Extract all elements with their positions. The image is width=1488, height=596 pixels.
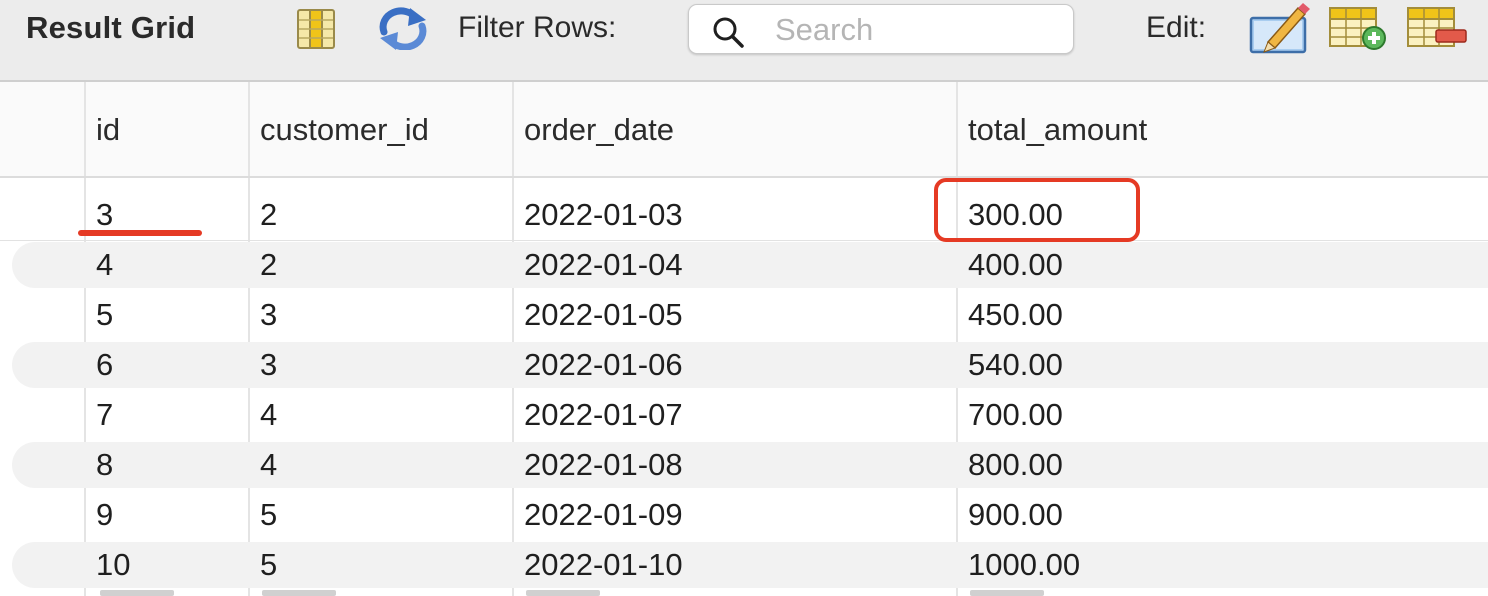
cell-total-amount[interactable]: 400.00 xyxy=(968,245,1063,285)
cell-order-date[interactable]: 2022-01-07 xyxy=(524,395,683,435)
cell-id[interactable]: 4 xyxy=(96,245,113,285)
next-row-peek xyxy=(100,590,174,596)
next-row-peek xyxy=(526,590,600,596)
table-row[interactable]: 9 5 2022-01-09 900.00 xyxy=(0,490,1488,540)
column-divider[interactable] xyxy=(84,82,86,176)
refresh-icon[interactable] xyxy=(376,6,430,50)
search-input[interactable] xyxy=(773,10,1067,50)
cell-customer-id[interactable]: 5 xyxy=(260,545,277,585)
cell-order-date[interactable]: 2022-01-08 xyxy=(524,445,683,485)
cell-total-amount[interactable]: 1000.00 xyxy=(968,545,1080,585)
cell-total-amount[interactable]: 540.00 xyxy=(968,345,1063,385)
result-grid: id customer_id order_date total_amount 3… xyxy=(0,82,1488,596)
edit-label: Edit: xyxy=(1146,11,1207,44)
cell-id[interactable]: 9 xyxy=(96,495,113,535)
cell-customer-id[interactable]: 4 xyxy=(260,445,277,485)
cell-customer-id[interactable]: 2 xyxy=(260,245,277,285)
cell-customer-id[interactable]: 2 xyxy=(260,195,277,235)
cell-customer-id[interactable]: 3 xyxy=(260,295,277,335)
cell-id[interactable]: 5 xyxy=(96,295,113,335)
search-box[interactable] xyxy=(688,4,1074,54)
filter-rows-label: Filter Rows: xyxy=(458,11,617,44)
table-row[interactable]: 4 2 2022-01-04 400.00 xyxy=(0,240,1488,290)
edit-pencil-icon[interactable] xyxy=(1248,2,1310,54)
cell-total-amount[interactable]: 800.00 xyxy=(968,445,1063,485)
result-grid-title: Result Grid xyxy=(26,10,196,45)
cell-id[interactable]: 7 xyxy=(96,395,113,435)
column-header-customer-id[interactable]: customer_id xyxy=(260,110,429,150)
column-divider[interactable] xyxy=(248,82,250,176)
cell-order-date[interactable]: 2022-01-05 xyxy=(524,295,683,335)
column-header-id[interactable]: id xyxy=(96,110,120,150)
annotation-highlight-box xyxy=(934,178,1140,242)
cell-id[interactable]: 8 xyxy=(96,445,113,485)
column-divider[interactable] xyxy=(956,82,958,176)
row-stripe xyxy=(12,342,1488,388)
cell-id[interactable]: 6 xyxy=(96,345,113,385)
add-row-icon[interactable] xyxy=(1326,4,1388,52)
grid-header: id customer_id order_date total_amount xyxy=(0,82,1488,178)
search-icon xyxy=(713,17,744,48)
next-row-peek xyxy=(970,590,1044,596)
cell-customer-id[interactable]: 4 xyxy=(260,395,277,435)
cell-total-amount[interactable]: 700.00 xyxy=(968,395,1063,435)
delete-row-icon[interactable] xyxy=(1404,4,1468,52)
cell-order-date[interactable]: 2022-01-04 xyxy=(524,245,683,285)
cell-order-date[interactable]: 2022-01-03 xyxy=(524,195,683,235)
next-row-peek xyxy=(262,590,336,596)
row-stripe xyxy=(12,242,1488,288)
columns-icon[interactable] xyxy=(294,8,338,50)
table-row[interactable]: 3 2 2022-01-03 300.00 xyxy=(0,190,1488,240)
row-stripe xyxy=(12,542,1488,588)
row-stripe xyxy=(12,442,1488,488)
annotation-underline xyxy=(78,230,202,236)
cell-order-date[interactable]: 2022-01-10 xyxy=(524,545,683,585)
table-row[interactable]: 10 5 2022-01-10 1000.00 xyxy=(0,540,1488,590)
column-divider[interactable] xyxy=(512,82,514,176)
table-row[interactable]: 5 3 2022-01-05 450.00 xyxy=(0,290,1488,340)
cell-customer-id[interactable]: 5 xyxy=(260,495,277,535)
column-header-order-date[interactable]: order_date xyxy=(524,110,674,150)
result-grid-toolbar: Result Grid Filter Rows: Edit: xyxy=(0,0,1488,82)
grid-rows: 3 2 2022-01-03 300.00 4 2 2022-01-04 400… xyxy=(0,178,1488,596)
cell-id[interactable]: 10 xyxy=(96,545,130,585)
cell-total-amount[interactable]: 900.00 xyxy=(968,495,1063,535)
column-header-total-amount[interactable]: total_amount xyxy=(968,110,1147,150)
cell-customer-id[interactable]: 3 xyxy=(260,345,277,385)
table-row[interactable]: 8 4 2022-01-08 800.00 xyxy=(0,440,1488,490)
table-row[interactable]: 7 4 2022-01-07 700.00 xyxy=(0,390,1488,440)
cell-total-amount[interactable]: 450.00 xyxy=(968,295,1063,335)
cell-id[interactable]: 3 xyxy=(96,195,113,235)
cell-order-date[interactable]: 2022-01-09 xyxy=(524,495,683,535)
table-row[interactable]: 6 3 2022-01-06 540.00 xyxy=(0,340,1488,390)
cell-order-date[interactable]: 2022-01-06 xyxy=(524,345,683,385)
